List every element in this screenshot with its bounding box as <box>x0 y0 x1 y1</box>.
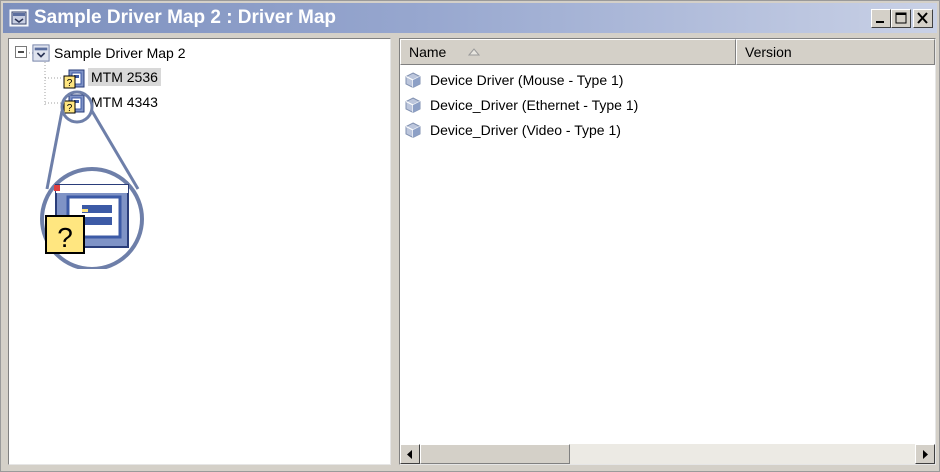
maximize-button[interactable] <box>891 9 911 28</box>
column-header-name[interactable]: Name <box>400 39 736 65</box>
list-item-name: Device_Driver (Ethernet - Type 1) <box>430 97 639 113</box>
unknown-machine-icon: ? <box>45 184 129 254</box>
driver-package-icon <box>405 97 421 114</box>
scroll-left-button[interactable] <box>400 444 420 464</box>
tree-node-label: MTM 2536 <box>88 68 161 86</box>
arrow-left-icon <box>407 450 412 459</box>
driver-map-icon <box>32 44 50 62</box>
magnifier-callout: ? <box>40 90 144 269</box>
column-header-label: Version <box>745 44 792 60</box>
column-header-version[interactable]: Version <box>736 39 935 65</box>
horizontal-scrollbar[interactable] <box>400 444 935 464</box>
close-button[interactable] <box>913 9 933 28</box>
driver-package-icon <box>405 72 421 89</box>
close-icon <box>917 12 928 24</box>
driver-map-icon <box>9 9 29 27</box>
window-title: Sample Driver Map 2 : Driver Map <box>34 7 336 28</box>
driver-map-tree[interactable]: Sample Driver Map 2 ? MTM 2536 ? MTM 434 <box>8 38 391 465</box>
list-item[interactable]: Device_Driver (Video - Type 1) <box>404 120 734 140</box>
minimize-icon <box>876 21 884 23</box>
list-item-name: Device_Driver (Video - Type 1) <box>430 122 621 138</box>
list-item[interactable]: Device Driver (Mouse - Type 1) <box>404 70 734 90</box>
unknown-machine-icon: ? <box>63 69 85 89</box>
callout-glyph: ? <box>57 222 73 253</box>
driver-package-icon <box>405 122 421 139</box>
title-bar[interactable]: Sample Driver Map 2 : Driver Map <box>3 3 937 33</box>
list-item[interactable]: Device_Driver (Ethernet - Type 1) <box>404 95 734 115</box>
driver-map-window: Sample Driver Map 2 : Driver Map Sample … <box>0 0 940 472</box>
arrow-right-icon <box>923 450 928 459</box>
column-header-label: Name <box>409 44 447 60</box>
scrollbar-thumb[interactable] <box>420 444 570 464</box>
tree-root-label: Sample Driver Map 2 <box>54 45 186 61</box>
maximize-icon <box>895 12 907 24</box>
minimize-button[interactable] <box>871 9 891 28</box>
sort-ascending-icon <box>468 48 480 56</box>
collapse-icon[interactable] <box>15 46 28 59</box>
list-item-name: Device Driver (Mouse - Type 1) <box>430 72 624 88</box>
driver-list-view[interactable]: Name Version Device Driver (Mouse - Type… <box>399 38 936 465</box>
scroll-right-button[interactable] <box>915 444 935 464</box>
svg-text:?: ? <box>67 78 73 89</box>
